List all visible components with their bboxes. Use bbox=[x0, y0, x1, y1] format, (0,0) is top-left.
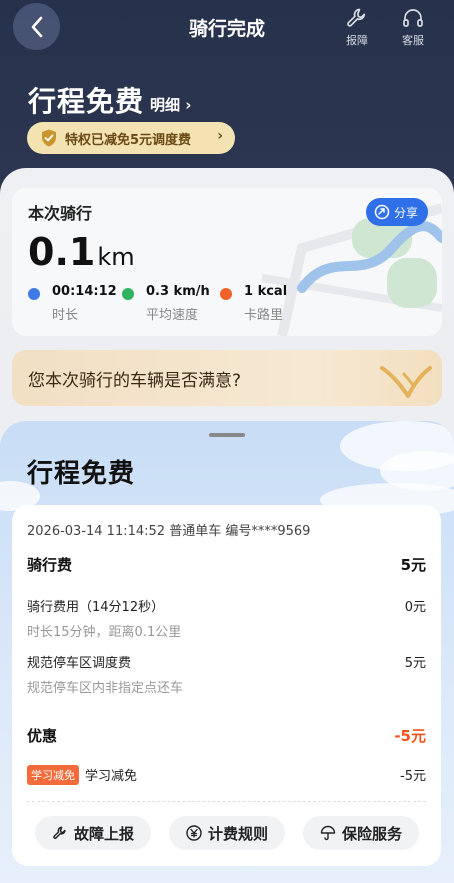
fee-item: 骑行费用（14分12秒） 0元 时长15分钟，距离0.1公里 bbox=[27, 596, 426, 640]
page-title: 骑行完成 bbox=[188, 18, 265, 40]
satisfaction-question: 您本次骑行的车辆是否满意? bbox=[28, 371, 242, 391]
discount-tag: 学习减免 bbox=[27, 765, 79, 785]
stat-label: 平均速度 bbox=[146, 308, 199, 323]
stat-value: 0.3 km/h bbox=[146, 284, 210, 299]
fee-item-name: 骑行费用（14分12秒） bbox=[27, 600, 165, 615]
fee-item-value: 5元 bbox=[404, 656, 426, 671]
service-label: 客服 bbox=[402, 34, 424, 47]
riding-fee-title: 骑行费 bbox=[27, 556, 73, 574]
fee-item-value: 0元 bbox=[404, 600, 426, 615]
wrench-icon bbox=[53, 826, 66, 839]
sheet-title: 行程免费 bbox=[27, 459, 136, 489]
discount-item-name: 学习减免 bbox=[85, 769, 138, 784]
discount-header: 优惠 -5元 bbox=[27, 725, 426, 746]
umbrella-icon bbox=[320, 825, 336, 841]
report-fault-label: 故障上报 bbox=[73, 824, 134, 843]
bill-card: 2026-03-14 11:14:52 普通单车 编号****9569 骑行费 … bbox=[12, 505, 441, 866]
report-fault-button[interactable]: 报障 bbox=[337, 6, 377, 48]
clock-icon bbox=[28, 288, 40, 300]
privilege-pill[interactable]: 特权已减免5元调度费 › bbox=[27, 122, 235, 154]
ride-label: 本次骑行 bbox=[28, 204, 93, 223]
divider bbox=[27, 801, 426, 802]
ride-meta: 2026-03-14 11:14:52 普通单车 编号****9569 bbox=[27, 524, 311, 539]
fee-item-sub: 时长15分钟，距离0.1公里 bbox=[27, 625, 182, 640]
trip-free-heading: 行程免费 bbox=[28, 85, 145, 118]
wrench-icon bbox=[347, 8, 366, 27]
riding-fee-header: 骑行费 5元 bbox=[27, 554, 426, 575]
nav-bar: 骑行完成 报障 客服 bbox=[0, 0, 454, 56]
ride-summary-card: 本次骑行 分享 0.1km 00:14:12 时长 0.3 km/h 平均速度 … bbox=[12, 188, 442, 336]
report-fault-action[interactable]: 故障上报 bbox=[35, 816, 151, 850]
detail-link[interactable]: 明细 › bbox=[150, 94, 191, 115]
shield-badge-icon bbox=[42, 129, 56, 147]
stat-value: 1 kcal bbox=[244, 284, 288, 299]
fee-item-name: 规范停车区调度费 bbox=[27, 656, 132, 671]
discount-item: 学习减免 学习减免 -5元 bbox=[27, 765, 426, 785]
stat-label: 卡路里 bbox=[244, 308, 284, 323]
chevron-right-icon: › bbox=[217, 128, 223, 144]
share-icon bbox=[374, 204, 390, 220]
discount-title: 优惠 bbox=[27, 727, 58, 745]
stat-value: 00:14:12 bbox=[52, 284, 117, 299]
fee-item-sub: 规范停车区内非指定点还车 bbox=[27, 681, 184, 696]
privilege-text: 特权已减免5元调度费 bbox=[65, 132, 192, 148]
distance-value: 0.1km bbox=[28, 230, 135, 274]
fee-item: 规范停车区调度费 5元 规范停车区内非指定点还车 bbox=[27, 652, 426, 696]
discount-total: -5元 bbox=[394, 727, 426, 745]
distance-unit: km bbox=[97, 243, 135, 271]
discount-item-value: -5元 bbox=[400, 769, 426, 784]
share-button[interactable]: 分享 bbox=[365, 198, 428, 226]
bike-handlebar-icon bbox=[380, 366, 432, 398]
stat-label: 时长 bbox=[52, 308, 79, 323]
sheet-drag-handle[interactable] bbox=[209, 433, 245, 437]
riding-fee-total: 5元 bbox=[400, 556, 426, 574]
satisfaction-survey-banner[interactable]: 您本次骑行的车辆是否满意? bbox=[12, 350, 442, 406]
pricing-rules-action[interactable]: 计费规则 bbox=[169, 816, 285, 850]
headphones-icon bbox=[403, 9, 423, 27]
flame-icon bbox=[220, 288, 232, 300]
share-label: 分享 bbox=[393, 205, 418, 220]
distance-number: 0.1 bbox=[28, 230, 96, 274]
insurance-service-label: 保险服务 bbox=[341, 824, 402, 843]
speed-icon bbox=[122, 288, 134, 300]
pricing-rules-label: 计费规则 bbox=[207, 824, 268, 843]
customer-service-button[interactable]: 客服 bbox=[393, 6, 433, 48]
yuan-icon bbox=[186, 825, 202, 841]
report-label: 报障 bbox=[346, 34, 368, 47]
insurance-service-action[interactable]: 保险服务 bbox=[303, 816, 419, 850]
fee-bottom-sheet: 行程免费 2026-03-14 11:14:52 普通单车 编号****9569… bbox=[0, 421, 454, 883]
